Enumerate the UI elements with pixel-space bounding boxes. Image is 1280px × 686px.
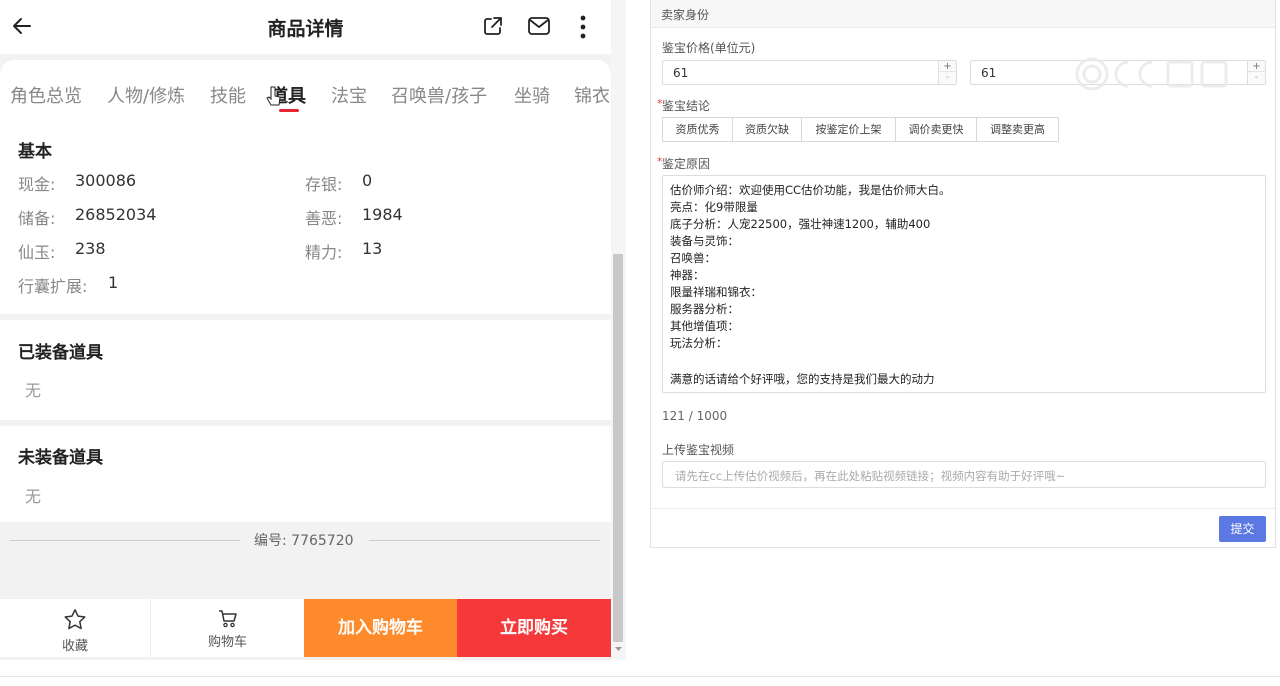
mouse-pointer-icon <box>266 86 281 106</box>
reason-line: 召唤兽： <box>670 251 716 265</box>
reason-line: 其他增值项： <box>670 319 739 333</box>
unequipped-items-section: 未装备道具 无 <box>0 426 611 522</box>
silver-label: 存银: <box>305 175 343 194</box>
add-to-cart-button[interactable]: 加入购物车 <box>304 599 457 657</box>
karma-label: 善恶: <box>305 209 343 228</box>
form-header: 卖家身份 <box>651 0 1275 28</box>
silver-value: 0 <box>362 171 373 190</box>
favorite-label: 收藏 <box>61 639 88 654</box>
cash-value: 300086 <box>75 171 137 190</box>
increment-button[interactable]: + <box>939 61 956 72</box>
karma-value: 1984 <box>362 205 403 224</box>
divider <box>651 508 1275 509</box>
price-min-stepper: + - <box>938 61 956 84</box>
reason-line: 服务器分析： <box>670 302 739 316</box>
reserve-label: 储备: <box>18 209 56 228</box>
cart-label: 购物车 <box>207 635 247 650</box>
conclusion-option-excellent[interactable]: 资质优秀 <box>662 117 733 142</box>
conclusion-option-lacking[interactable]: 资质欠缺 <box>732 117 802 142</box>
video-link-input[interactable]: 请先在cc上传估价视频后，再在此处粘贴视频链接；视频内容有助于好评哦~ <box>662 461 1266 488</box>
top-bar: 商品详情 <box>0 0 611 54</box>
empty-text: 无 <box>25 487 42 506</box>
required-mark: * <box>657 155 663 168</box>
bag-expansion-label: 行囊扩展: <box>18 277 88 296</box>
submit-button[interactable]: 提交 <box>1219 516 1266 542</box>
price-min-value: 61 <box>673 66 689 80</box>
reason-line: 神器： <box>670 268 705 282</box>
energy-value: 13 <box>362 239 383 258</box>
jade-label: 仙玉: <box>18 243 56 262</box>
video-link-placeholder: 请先在cc上传估价视频后，再在此处粘贴视频链接；视频内容有助于好评哦~ <box>675 469 1066 483</box>
video-label: 上传鉴宝视频 <box>662 443 735 457</box>
tab-overview[interactable]: 角色总览 <box>10 82 82 108</box>
serial-number: 编号: 7765720 <box>254 533 354 549</box>
section-title: 未装备道具 <box>18 448 103 468</box>
buy-now-button[interactable]: 立即购买 <box>457 599 611 657</box>
favorite-button[interactable]: 收藏 <box>0 599 151 657</box>
empty-text: 无 <box>25 381 42 400</box>
jade-value: 238 <box>75 239 106 258</box>
section-title: 已装备道具 <box>18 343 103 363</box>
serial-number-row: 编号: 7765720 <box>0 528 611 552</box>
conclusion-label-wrap: * 鉴宝结论 <box>657 97 711 114</box>
star-icon <box>64 609 86 630</box>
divider <box>369 540 600 541</box>
conclusion-option-sell-higher[interactable]: 调整卖更高 <box>976 117 1059 142</box>
reason-line: 满意的话请给个好评哦，您的支持是我们最大的动力 <box>670 372 935 386</box>
basic-info-section: 基本 现金: 300086 储备: 26852034 仙玉: 238 行囊扩展:… <box>0 124 611 314</box>
price-min-input[interactable]: 61 + - <box>662 60 957 85</box>
share-icon[interactable] <box>482 15 504 37</box>
tab-treasures[interactable]: 法宝 <box>331 82 367 108</box>
bottom-action-bar: 收藏 购物车 加入购物车 立即购买 <box>0 599 611 657</box>
scroll-down-arrow-icon[interactable] <box>614 645 623 653</box>
tab-character[interactable]: 人物/修炼 <box>107 82 185 108</box>
watermark-logo <box>1075 57 1228 91</box>
price-max-value: 61 <box>981 66 997 80</box>
reason-textarea[interactable]: 估价师介绍：欢迎使用CC估价功能，我是估价师大白。 亮点：化9带限量 底子分析：… <box>662 175 1266 393</box>
section-title: 基本 <box>18 142 52 162</box>
conclusion-option-list-at-price[interactable]: 按鉴定价上架 <box>801 117 896 142</box>
divider <box>10 540 240 541</box>
conclusion-option-sell-faster[interactable]: 调价卖更快 <box>895 117 977 142</box>
tab-skills[interactable]: 技能 <box>210 82 246 108</box>
message-icon[interactable] <box>527 15 551 37</box>
active-tab-indicator <box>279 109 299 112</box>
seller-identity-label: 卖家身份 <box>661 8 710 22</box>
shopping-cart-icon <box>218 610 237 628</box>
reason-line: 玩法分析： <box>670 336 728 350</box>
reason-label: 鉴定原因 <box>662 157 711 171</box>
cash-label: 现金: <box>18 175 56 194</box>
conclusion-label: 鉴宝结论 <box>662 99 711 113</box>
reserve-value: 26852034 <box>75 205 157 224</box>
bag-expansion-value: 1 <box>108 273 119 292</box>
cart-button[interactable]: 购物车 <box>151 599 304 657</box>
price-label: 鉴宝价格(单位元) <box>662 41 756 55</box>
product-detail-panel: 商品详情 角色总览 人物/修炼 技能 道具 法宝 召唤兽/孩子 坐骑 锦衣 基本… <box>0 0 626 660</box>
tab-pets[interactable]: 召唤兽/孩子 <box>391 82 487 108</box>
product-detail-content: 商品详情 角色总览 人物/修炼 技能 道具 法宝 召唤兽/孩子 坐骑 锦衣 基本… <box>0 0 611 660</box>
reason-line: 底子分析：人宠22500，强壮神速1200，辅助400 <box>670 217 931 231</box>
required-mark: * <box>657 97 663 110</box>
scrollbar-thumb[interactable] <box>613 254 623 642</box>
reason-line: 估价师介绍：欢迎使用CC估价功能，我是估价师大白。 <box>670 183 951 197</box>
decrement-button[interactable]: - <box>939 72 956 84</box>
more-options-icon[interactable] <box>574 14 592 40</box>
reason-line: 装备与灵饰： <box>670 234 739 248</box>
equipped-items-section: 已装备道具 无 <box>0 320 611 420</box>
reason-line: 亮点：化9带限量 <box>670 200 758 214</box>
character-count: 121 / 1000 <box>662 409 728 423</box>
page-title: 商品详情 <box>267 18 344 40</box>
reason-label-wrap: * 鉴定原因 <box>657 155 711 172</box>
tab-mounts[interactable]: 坐骑 <box>514 82 550 108</box>
reason-line: 限量祥瑞和锦衣： <box>670 285 762 299</box>
tab-costumes[interactable]: 锦衣 <box>574 82 610 108</box>
energy-label: 精力: <box>305 243 343 262</box>
divider <box>0 676 1280 677</box>
category-tabs: 角色总览 人物/修炼 技能 道具 法宝 召唤兽/孩子 坐骑 锦衣 <box>0 60 611 124</box>
